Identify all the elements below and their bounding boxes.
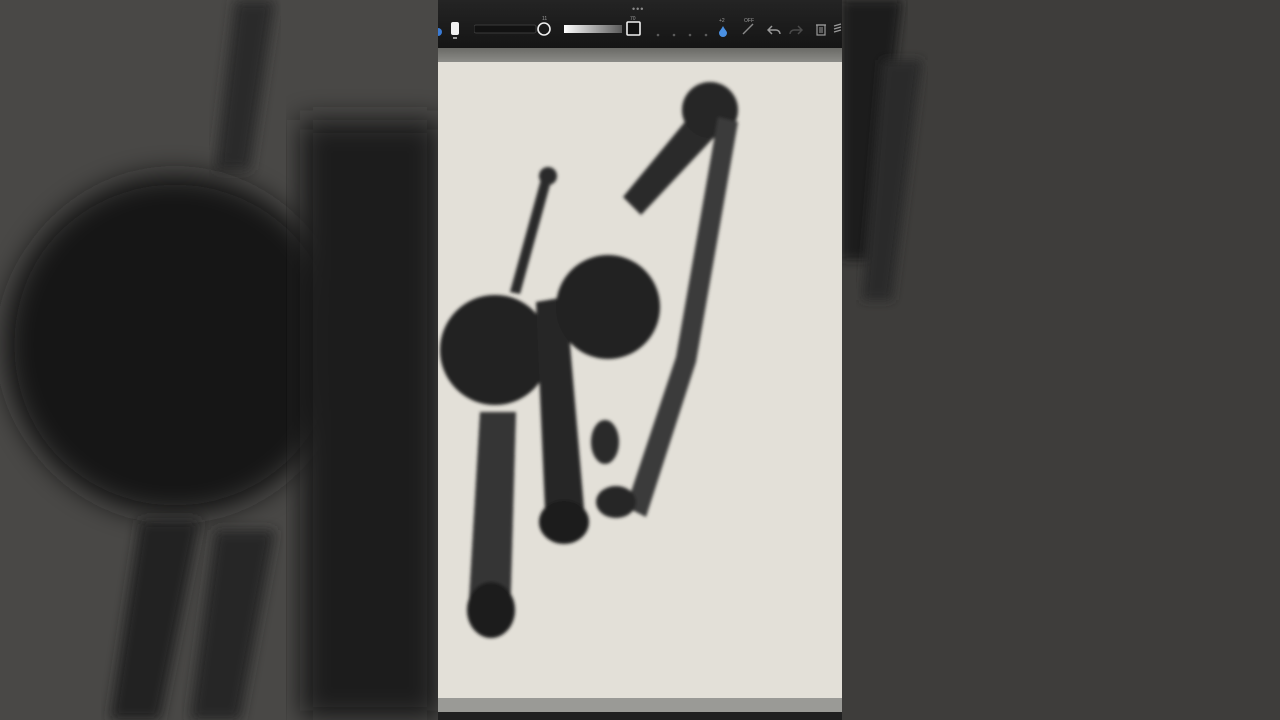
blurred-background-left bbox=[0, 0, 438, 720]
droplet-icon[interactable] bbox=[718, 24, 728, 37]
toolbar-grabber[interactable]: ••• bbox=[632, 5, 644, 14]
circle-icon[interactable] bbox=[537, 22, 551, 36]
drawing-canvas[interactable] bbox=[438, 62, 842, 698]
brush-icon[interactable] bbox=[450, 19, 460, 41]
drawing-app: ••• 11 70 +2 OFF bbox=[438, 0, 842, 720]
bottom-bar bbox=[438, 712, 842, 720]
undo-icon[interactable] bbox=[766, 23, 781, 35]
blurred-background-right bbox=[842, 0, 1280, 720]
ink-brush-strokes bbox=[440, 82, 738, 638]
toolbar: ••• 11 70 +2 OFF bbox=[438, 0, 842, 48]
dilution-steps[interactable] bbox=[654, 26, 714, 37]
canvas-frame bbox=[438, 48, 842, 712]
square-icon[interactable] bbox=[626, 21, 642, 37]
blurred-ink-preview-right bbox=[842, 0, 922, 300]
layers-icon[interactable] bbox=[833, 22, 842, 36]
redo-icon[interactable] bbox=[789, 23, 804, 35]
pen-icon[interactable] bbox=[741, 22, 755, 36]
opacity-slider[interactable] bbox=[564, 22, 626, 36]
trash-icon[interactable] bbox=[815, 22, 827, 36]
color-swatch[interactable] bbox=[438, 24, 443, 36]
blurred-ink-preview-left bbox=[5, 0, 438, 720]
